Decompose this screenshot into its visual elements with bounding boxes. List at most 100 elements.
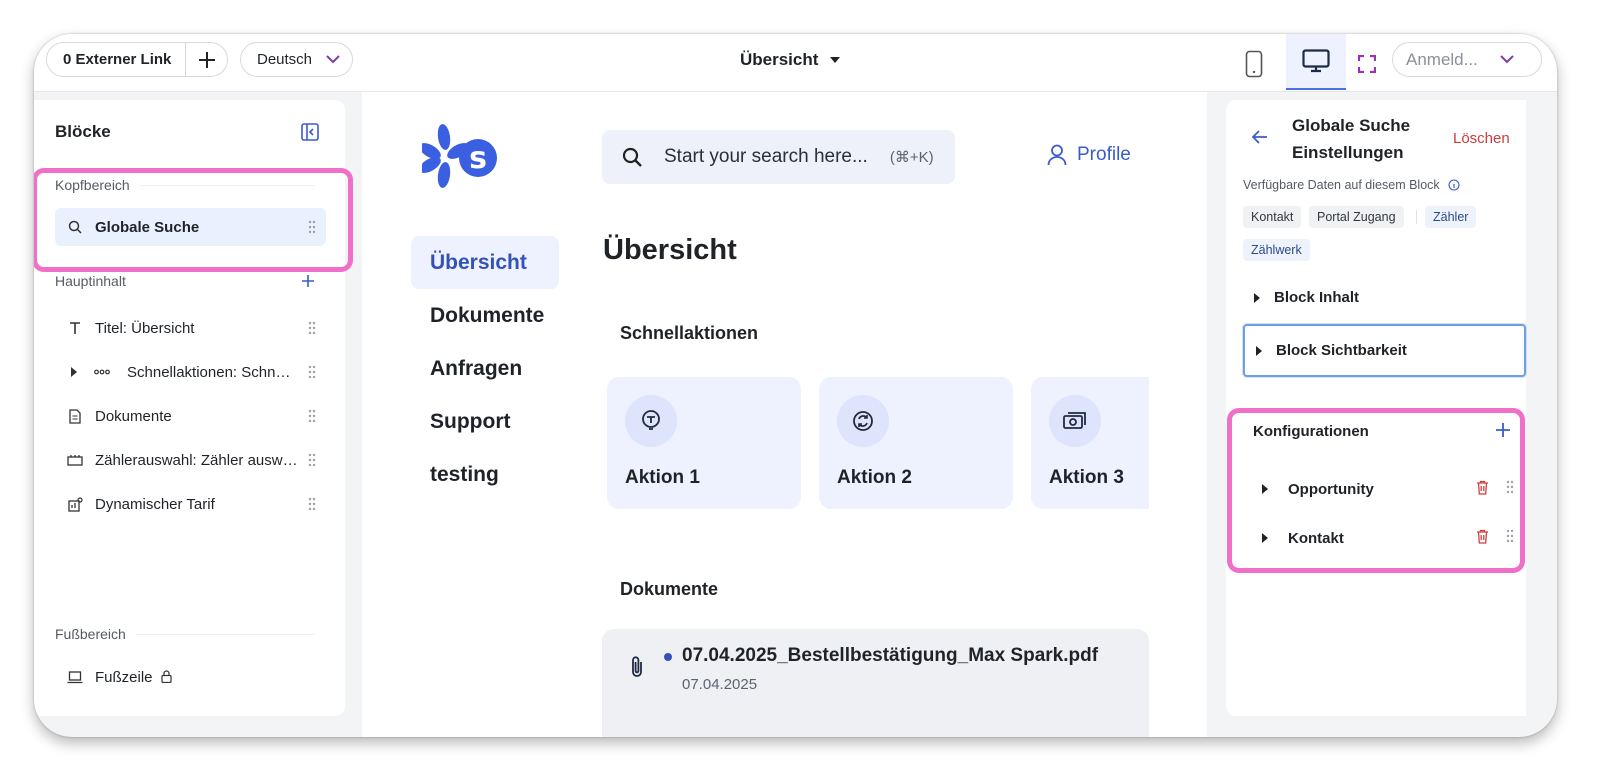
caret-right-icon: [1256, 345, 1262, 356]
documents-title: Dokumente: [620, 579, 719, 599]
trash-icon[interactable]: [1476, 480, 1489, 495]
section-footer-label: Fußbereich: [55, 626, 126, 642]
text-icon: [70, 322, 80, 334]
add-configuration-icon[interactable]: [1495, 422, 1511, 438]
drag-handle-icon[interactable]: [298, 497, 326, 511]
page-select[interactable]: Übersicht: [740, 50, 841, 70]
trash-icon[interactable]: [1476, 529, 1489, 544]
drag-handle-icon[interactable]: [298, 453, 326, 467]
login-select[interactable]: Anmeld...: [1392, 42, 1542, 77]
configurations-title: Konfigurationen: [1253, 423, 1369, 440]
drag-handle-icon[interactable]: [298, 220, 326, 234]
mobile-icon: [1245, 50, 1263, 78]
chevron-down-icon: [1500, 55, 1514, 64]
accordion-block-content[interactable]: Block Inhalt: [1243, 271, 1526, 324]
section-main-label: Hauptinhalt: [55, 273, 126, 289]
info-icon[interactable]: [1448, 179, 1460, 191]
external-link-button[interactable]: 0 Externer Link: [47, 51, 185, 68]
dots-icon: [94, 369, 110, 375]
divider: [1416, 210, 1417, 224]
drag-handle-icon[interactable]: [1506, 480, 1514, 494]
login-placeholder: Anmeld...: [1406, 49, 1478, 69]
block-item-quick-actions[interactable]: Schnellaktionen: Schnellaktionen: [55, 353, 326, 391]
document-date: 07.04.2025: [682, 676, 758, 693]
drag-handle-icon[interactable]: [298, 321, 326, 335]
user-icon: [1047, 144, 1067, 166]
blocks-panel-title: Blöcke: [55, 122, 111, 141]
action-card-2[interactable]: Aktion 2: [819, 377, 1013, 509]
block-item-documents[interactable]: Dokumente: [55, 397, 326, 435]
desktop-icon: [1302, 49, 1330, 73]
mobile-view-button[interactable]: [1232, 44, 1276, 84]
caret-right-icon: [1262, 483, 1268, 494]
block-item-footer[interactable]: Fußzeile: [55, 658, 326, 696]
profile-link[interactable]: Profile: [1047, 144, 1131, 166]
section-header: Kopfbereich: [55, 177, 315, 193]
search-icon: [68, 220, 82, 234]
block-item-label: Dynamischer Tarif: [95, 495, 215, 513]
action-icon: [642, 410, 660, 430]
action-label: Aktion 2: [837, 467, 912, 488]
document-name: 07.04.2025_Bestellbestätigung_Max Spark.…: [682, 645, 1099, 666]
caret-right-icon: [1262, 532, 1268, 543]
block-item-label: Zählerauswahl: Zähler auswählen: [95, 451, 298, 469]
section-footer: Fußbereich: [55, 626, 315, 642]
exchange-icon: [853, 411, 873, 431]
add-block-icon[interactable]: [301, 274, 315, 288]
block-item-meter-selection[interactable]: Zählerauswahl: Zähler auswählen: [55, 441, 326, 479]
block-item-dynamic-tariff[interactable]: Dynamischer Tarif: [55, 485, 326, 523]
lock-icon: [161, 669, 172, 683]
nav-item-overview[interactable]: Übersicht: [411, 236, 559, 289]
section-main: Hauptinhalt: [55, 273, 315, 289]
search-shortcut: (⌘+K): [889, 149, 934, 166]
blocks-panel: Blöcke Kopfbereich Globale Suche Hauptin…: [34, 100, 345, 716]
language-value: Deutsch: [257, 51, 313, 68]
data-tag: Portal Zugang: [1309, 206, 1404, 228]
block-item-label: Dokumente: [95, 407, 172, 425]
action-card-1[interactable]: Aktion 1: [607, 377, 801, 509]
accordion-block-visibility[interactable]: Block Sichtbarkeit: [1243, 324, 1526, 377]
nav-item-requests[interactable]: Anfragen: [411, 342, 559, 395]
language-select[interactable]: Deutsch: [240, 42, 353, 77]
money-icon: [1063, 412, 1086, 429]
document-row[interactable]: 07.04.2025_Bestellbestätigung_Max Spark.…: [602, 629, 1149, 737]
action-card-3[interactable]: Aktion 3: [1031, 377, 1149, 509]
configuration-item-kontakt[interactable]: Kontakt: [1262, 521, 1526, 555]
desktop-view-button[interactable]: [1286, 34, 1346, 90]
quick-actions-list: Aktion 1 Aktion 2 Aktion 3: [607, 377, 1149, 511]
page-select-value: Übersicht: [740, 50, 819, 69]
settings-title: Globale Suche Einstellungen: [1292, 116, 1411, 162]
collapse-panel-icon[interactable]: [300, 122, 320, 142]
drag-handle-icon[interactable]: [298, 409, 326, 423]
nav-item-documents[interactable]: Dokumente: [411, 289, 559, 342]
caret-right-icon: [1254, 292, 1260, 303]
document-icon: [69, 408, 81, 424]
block-item-title[interactable]: Titel: Übersicht: [55, 309, 326, 347]
nav-item-testing[interactable]: testing: [411, 448, 559, 501]
configuration-label: Kontakt: [1288, 529, 1344, 547]
block-item-label: Globale Suche: [95, 218, 200, 236]
drag-handle-icon[interactable]: [298, 365, 326, 379]
arrow-left-icon[interactable]: [1252, 130, 1268, 144]
drag-handle-icon[interactable]: [1506, 529, 1514, 543]
data-tag: Zähler: [1425, 206, 1477, 228]
profile-label: Profile: [1077, 144, 1131, 165]
delete-button[interactable]: Löschen: [1453, 130, 1510, 147]
data-tag: Zählwerk: [1243, 239, 1310, 261]
fullscreen-button[interactable]: [1349, 44, 1385, 84]
portal-nav: Übersicht Dokumente Anfragen Support tes…: [411, 236, 559, 501]
block-item-global-search[interactable]: Globale Suche: [55, 208, 326, 246]
data-tag: Kontakt: [1243, 206, 1302, 228]
top-bar: 0 Externer Link Deutsch Übersicht Anmeld…: [34, 34, 1557, 92]
nav-item-support[interactable]: Support: [411, 395, 559, 448]
configuration-item-opportunity[interactable]: Opportunity: [1262, 472, 1526, 506]
external-link-group: 0 Externer Link: [46, 42, 228, 77]
meter-icon: [67, 455, 83, 466]
caret-down-icon: [830, 57, 841, 63]
tariff-icon: [67, 496, 83, 512]
configuration-label: Opportunity: [1288, 480, 1374, 498]
page-title: Übersicht: [603, 234, 737, 266]
global-search-input[interactable]: Start your search here... (⌘+K): [602, 130, 955, 184]
app-window: 0 Externer Link Deutsch Übersicht Anmeld…: [34, 34, 1557, 737]
add-link-button[interactable]: [186, 51, 227, 69]
